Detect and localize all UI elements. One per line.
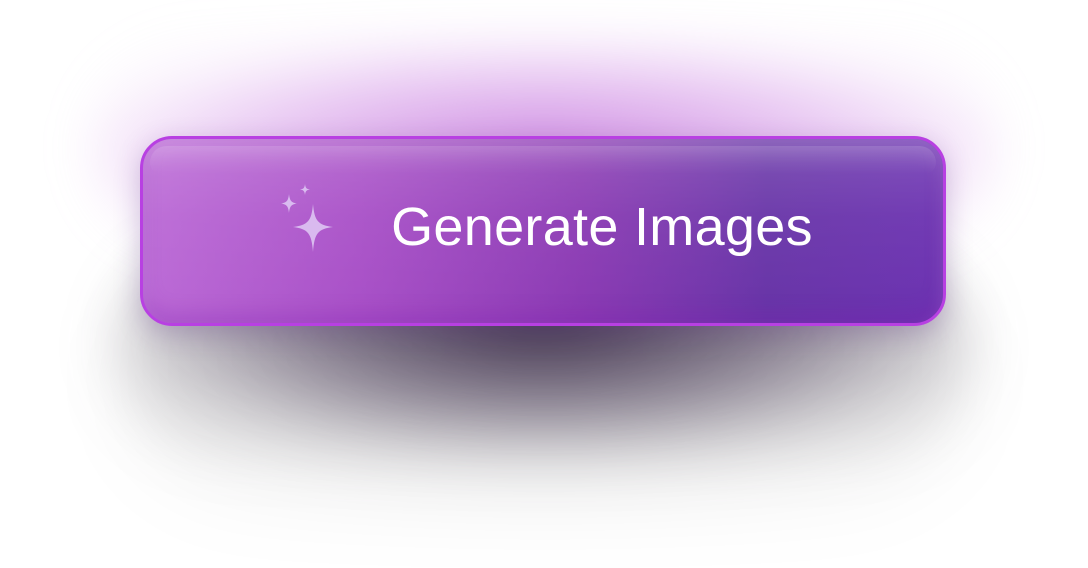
canvas: Generate Images <box>0 0 1088 568</box>
generate-images-label: Generate Images <box>391 197 813 257</box>
generate-images-button[interactable]: Generate Images <box>140 136 946 326</box>
sparkles-icon <box>281 184 334 252</box>
